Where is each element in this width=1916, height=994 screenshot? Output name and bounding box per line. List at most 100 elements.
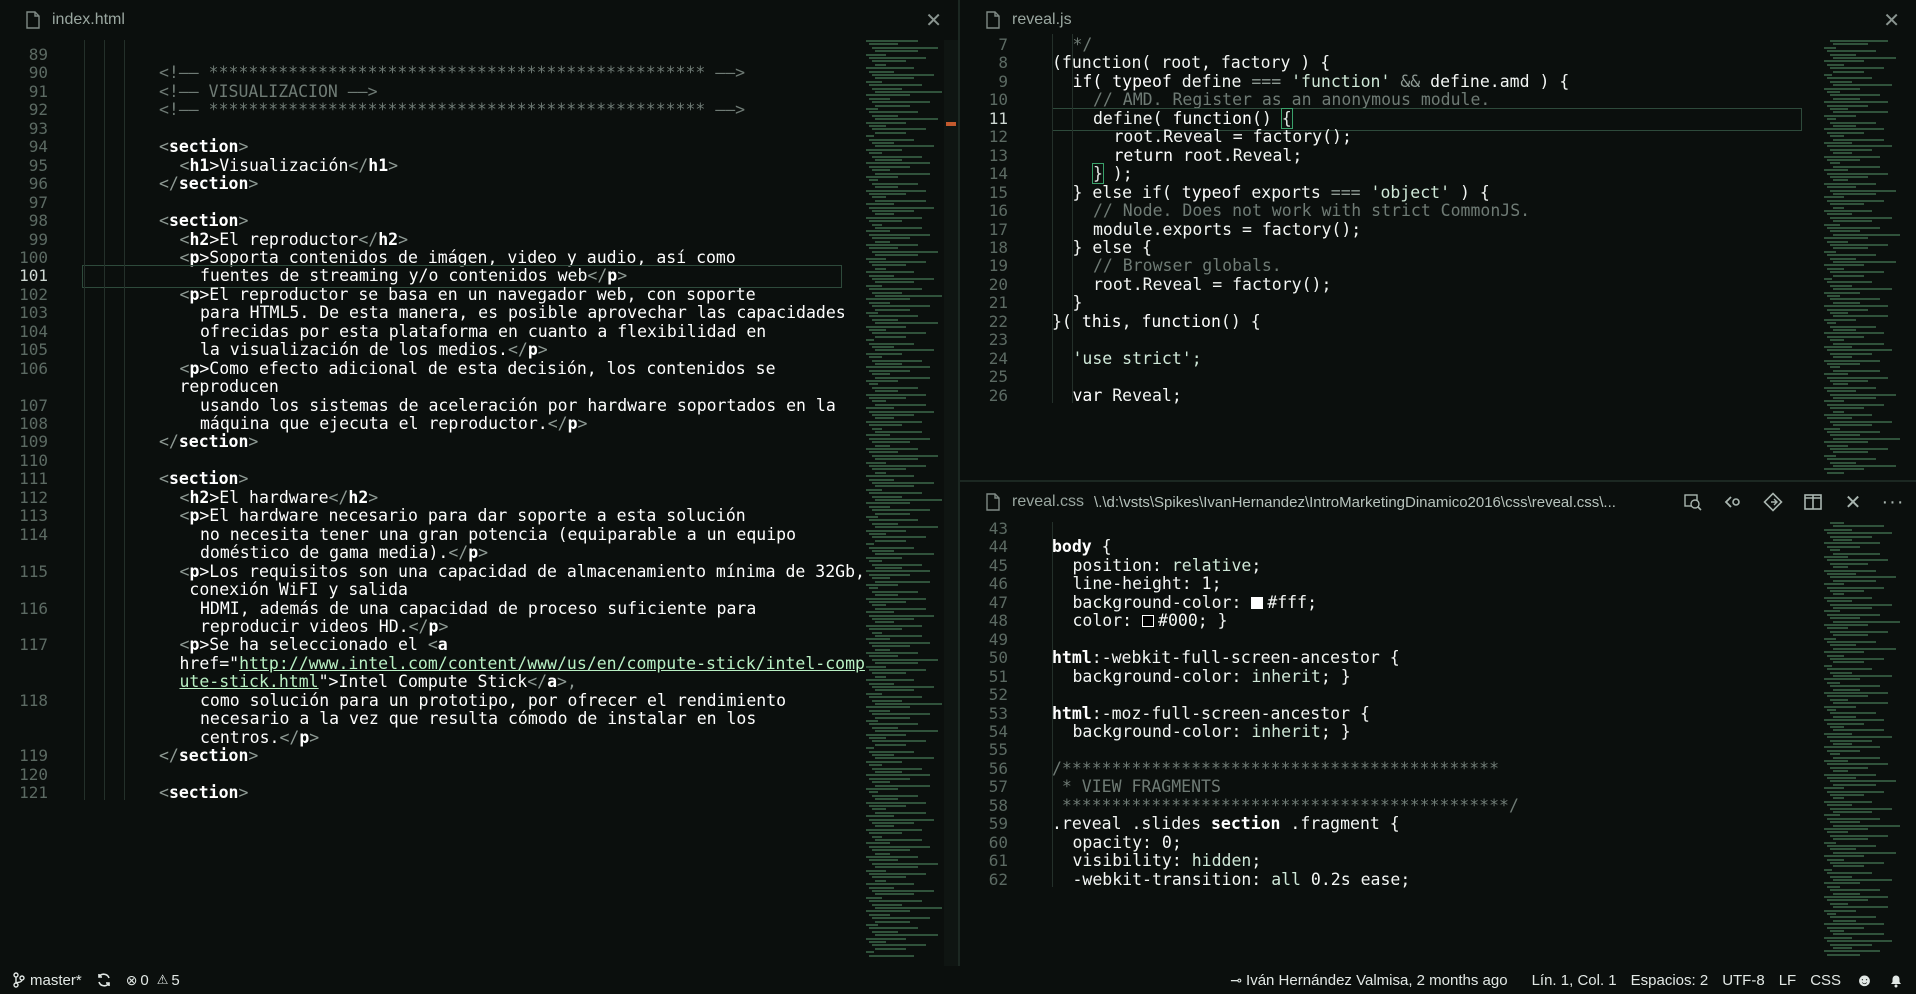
minimap-line: [866, 108, 878, 110]
minimap-line: [869, 805, 906, 807]
minimap-line: [1830, 930, 1844, 932]
minimap-line: [875, 104, 910, 107]
minimap-line: [872, 318, 898, 321]
minimap-line: [1824, 651, 1864, 654]
editor-pane-reveal-js[interactable]: reveal.js ✕ 7 */8 (function( root, factory…: [960, 0, 1916, 480]
cursor-position[interactable]: Lín. 1, Col. 1: [1532, 972, 1617, 989]
scrollbar[interactable]: [944, 40, 958, 966]
minimap-line: [872, 631, 882, 634]
more-icon[interactable]: ···: [1880, 490, 1906, 514]
minimap-line: [1827, 213, 1852, 216]
indent-guide: [1052, 34, 1053, 403]
minimap-line: [1830, 407, 1864, 410]
minimap-line: [875, 607, 926, 610]
close-icon[interactable]: ✕: [925, 8, 942, 33]
minimap-line: [866, 597, 926, 600]
minimap-line: [875, 703, 942, 705]
problems-summary[interactable]: ⊗ 0 ⚠ 5: [126, 972, 180, 989]
minimap-line: [872, 74, 934, 76]
blame-author: Iván Hernández Valmisa, 2 months ago: [1246, 971, 1508, 989]
code-line[interactable]: 62 -webkit-transition: all 0.2s ease;: [960, 869, 1820, 891]
minimap-line: [1824, 950, 1880, 953]
sync-button[interactable]: [96, 972, 112, 988]
minimap[interactable]: [862, 40, 942, 966]
minimap-line: [875, 526, 938, 529]
minimap-line: [872, 686, 934, 688]
editor-pane-reveal-css[interactable]: reveal.css \.\d:\vsts\Spikes\IvanHernand…: [960, 482, 1916, 966]
minimap-line: [1824, 868, 1832, 871]
minimap-line: [866, 883, 914, 886]
minimap-line: [1824, 814, 1840, 817]
minimap-line: [1830, 461, 1856, 464]
minimap-line: [872, 373, 890, 376]
minimap-line: [1833, 369, 1880, 372]
language-mode[interactable]: CSS: [1810, 972, 1841, 989]
notifications-bell-icon[interactable]: [1888, 972, 1904, 988]
minimap-line: [1824, 610, 1840, 613]
minimap-line: [869, 261, 926, 263]
minimap-line: [875, 186, 898, 189]
minimap-line: [1827, 804, 1852, 807]
minimap-line: [866, 339, 874, 342]
minimap-line: [1830, 80, 1852, 83]
minimap[interactable]: [1820, 522, 1900, 966]
open-changes-icon[interactable]: [1680, 490, 1706, 514]
minimap-line: [869, 247, 898, 250]
minimap-line: [872, 563, 922, 566]
minimap-line: [1833, 315, 1888, 318]
previous-change-icon[interactable]: [1720, 490, 1746, 514]
close-icon[interactable]: ✕: [1840, 490, 1866, 514]
minimap-line: [1824, 637, 1836, 640]
minimap-line: [869, 546, 914, 549]
minimap-line: [1827, 390, 1856, 393]
minimap-line: [866, 189, 926, 192]
minimap-line: [1833, 607, 1872, 609]
minimap-line: [1830, 366, 1840, 369]
feedback-smiley-icon[interactable]: ☻: [1855, 970, 1874, 991]
minimap-line: [872, 46, 938, 49]
minimap-line: [866, 747, 874, 750]
end-of-line[interactable]: LF: [1779, 972, 1797, 989]
tab-index-html[interactable]: index.html ✕: [0, 0, 958, 40]
minimap-line: [866, 461, 886, 464]
next-change-icon[interactable]: [1760, 490, 1786, 514]
minimap-line: [1830, 325, 1876, 328]
minimap-line: [875, 825, 894, 828]
encoding[interactable]: UTF-8: [1722, 972, 1765, 989]
minimap[interactable]: [1820, 40, 1900, 480]
editor-pane-index-html[interactable]: index.html ✕ 89 90 <!—— ******************…: [0, 0, 958, 966]
minimap-line: [875, 335, 906, 338]
code-area[interactable]: 89 90 <!—— *******************************…: [0, 40, 958, 966]
git-branch[interactable]: master*: [12, 972, 82, 989]
minimap-line: [875, 91, 942, 93]
code-area[interactable]: 7 */8 (function( root, factory ) {9 if( typ…: [960, 34, 1916, 480]
minimap-line: [869, 383, 878, 386]
minimap-line: [875, 852, 890, 855]
code-area[interactable]: 43 44 body {45 position: relative; 46 line-he…: [960, 519, 1916, 966]
minimap-line: [1833, 566, 1848, 569]
minimap-line: [869, 465, 926, 467]
close-icon[interactable]: ✕: [1883, 8, 1900, 33]
split-editor-icon[interactable]: [1800, 490, 1826, 514]
minimap-line: [872, 305, 930, 308]
code-line[interactable]: 26 var Reveal;: [960, 385, 1820, 407]
minimap-line: [872, 645, 910, 648]
minimap-line: [869, 750, 914, 753]
minimap-line: [1833, 111, 1888, 114]
minimap-line: [872, 60, 906, 63]
minimap-line: [875, 349, 934, 352]
git-blame[interactable]: ⊸ Iván Hernández Valmisa, 2 months ago: [1230, 972, 1507, 989]
minimap-line: [869, 709, 890, 712]
minimap-line: [1827, 91, 1840, 93]
code-line[interactable]: 121 <section>: [0, 782, 860, 804]
minimap-line: [872, 142, 894, 144]
indentation[interactable]: Espacios: 2: [1631, 972, 1709, 989]
minimap-line: [1827, 709, 1836, 711]
minimap-line: [1824, 427, 1840, 430]
minimap-line: [1830, 848, 1856, 851]
minimap-line: [866, 475, 914, 478]
minimap-line: [875, 322, 938, 325]
tab-reveal-css[interactable]: reveal.css \.\d:\vsts\Spikes\IvanHernand…: [960, 482, 1916, 522]
line-number: 121: [19, 783, 48, 802]
minimap-line: [1830, 630, 1888, 633]
